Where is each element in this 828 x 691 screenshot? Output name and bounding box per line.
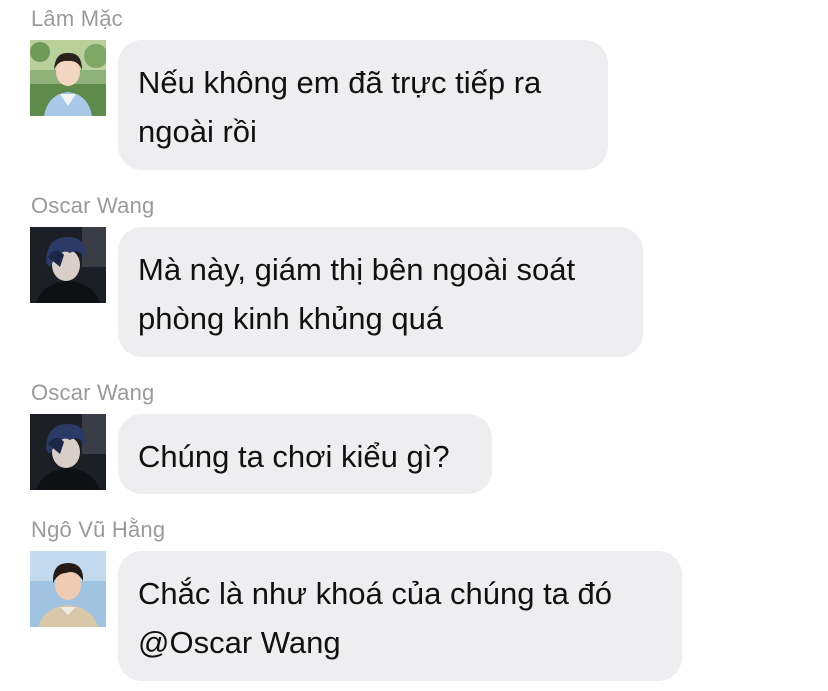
message-bubble[interactable]: Nếu không em đã trực tiếp ra ngoài rồi <box>118 40 608 170</box>
avatar[interactable] <box>30 414 106 490</box>
message-text-line: phòng kinh khủng quá <box>138 301 444 336</box>
message-text-line: Chắc là như khoá của chúng ta đó <box>138 576 613 611</box>
avatar[interactable] <box>30 227 106 303</box>
sender-name[interactable]: Lâm Mặc <box>31 6 123 32</box>
sender-name[interactable]: Oscar Wang <box>31 193 154 219</box>
avatar[interactable] <box>30 551 106 627</box>
sender-name[interactable]: Ngô Vũ Hằng <box>31 517 165 543</box>
message-text-line: ngoài rồi <box>138 114 257 149</box>
avatar[interactable] <box>30 40 106 116</box>
message-bubble[interactable]: Chúng ta chơi kiểu gì? <box>118 414 492 494</box>
message-text-line: Chúng ta chơi kiểu gì? <box>138 439 450 474</box>
message-bubble[interactable]: Chắc là như khoá của chúng ta đó @Oscar … <box>118 551 682 681</box>
message-bubble[interactable]: Mà này, giám thị bên ngoài soát phòng ki… <box>118 227 643 357</box>
message-text-line: Mà này, giám thị bên ngoài soát <box>138 252 576 287</box>
message-text-line: @Oscar Wang <box>138 625 341 660</box>
sender-name[interactable]: Oscar Wang <box>31 380 154 406</box>
message-text-line: Nếu không em đã trực tiếp ra <box>138 65 542 100</box>
